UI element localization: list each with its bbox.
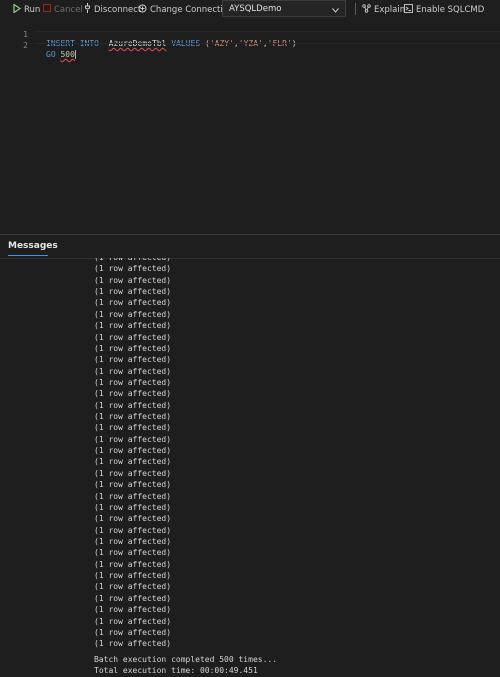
editor-line: 1 INSERT INTO AzureDemoTbl VALUES ('AZY'…: [0, 21, 296, 48]
message-row: (1 row affected): [94, 605, 172, 615]
message-row: (1 row affected): [94, 423, 172, 433]
editor-line-current: 2 GO 500: [0, 31, 500, 59]
message-row: (1 row affected): [94, 446, 172, 456]
message-row: (1 row affected): [94, 366, 172, 376]
message-row: (1 row affected): [94, 400, 172, 410]
toolbar-separator: [355, 3, 356, 15]
message-row: (1 row affected): [94, 593, 172, 603]
line-number: 2: [23, 41, 28, 50]
message-row: (1 row affected): [94, 582, 172, 592]
message-list: (1 row affected) (1 row affected) (1 row a…: [94, 258, 171, 650]
disconnect-button[interactable]: Disconnect: [84, 3, 141, 16]
database-select[interactable]: AYSQLDemo: [222, 0, 346, 17]
connection-icon: [138, 4, 147, 16]
message-row: (1 row affected): [94, 548, 172, 558]
message-row: (1 row affected): [94, 457, 172, 467]
message-row: (1 row affected): [94, 298, 172, 308]
query-toolbar: Run Cancel Disconnect Change Connection …: [0, 0, 500, 19]
run-label: Run: [24, 4, 41, 15]
message-row: (1 row affected): [94, 514, 172, 524]
number-literal: 500: [60, 50, 75, 59]
message-row: (1 row affected): [94, 412, 172, 422]
message-row: (1 row affected): [94, 332, 172, 342]
message-row: (1 row affected): [94, 639, 172, 649]
enable-sqlcmd-label: Enable SQLCMD: [416, 4, 485, 15]
play-icon: [13, 2, 22, 16]
message-row: (1 row affected): [94, 571, 172, 581]
change-connection-label: Change Connection: [150, 4, 234, 15]
message-row: (1 row affected): [94, 287, 172, 297]
disconnect-label: Disconnect: [94, 4, 142, 15]
message-row: (1 row affected): [94, 525, 172, 535]
explain-icon: [362, 3, 371, 16]
line-code: GO 500: [46, 50, 76, 59]
messages-panel[interactable]: (1 row affected) (1 row affected) (1 row a…: [0, 258, 500, 677]
message-row: (1 row affected): [94, 321, 172, 331]
change-connection-button[interactable]: Change Connection: [138, 3, 233, 16]
message-row: (1 row affected): [94, 616, 172, 626]
disconnect-icon: [84, 3, 91, 16]
execution-time-message: Total execution time: 00:00:49.451: [94, 666, 258, 675]
database-selected-value: AYSQLDemo: [229, 3, 282, 14]
message-row: (1 row affected): [94, 355, 172, 365]
query-editor[interactable]: 1 INSERT INTO AzureDemoTbl VALUES ('AZY'…: [0, 19, 500, 234]
message-row: (1 row affected): [94, 502, 172, 512]
chevron-down-icon: [332, 6, 339, 16]
message-row: (1 row affected): [94, 559, 172, 569]
message-row: (1 row affected): [94, 627, 172, 637]
batch-message: Batch execution completed 500 times...: [94, 655, 278, 664]
enable-sqlcmd-button[interactable]: Enable SQLCMD: [404, 3, 484, 16]
cancel-button[interactable]: Cancel: [43, 3, 83, 16]
active-tab-indicator: [8, 255, 48, 256]
message-row: (1 row affected): [94, 264, 172, 274]
message-row: (1 row affected): [94, 309, 172, 319]
message-row: (1 row affected): [94, 389, 172, 399]
text-cursor: [74, 50, 76, 59]
message-row: (1 row affected): [94, 536, 172, 546]
explain-button[interactable]: Explain: [362, 3, 405, 16]
tab-messages[interactable]: Messages: [8, 241, 58, 251]
keyword: GO: [46, 50, 56, 59]
cancel-label: Cancel: [54, 4, 83, 15]
message-row: (1 row affected): [94, 275, 172, 285]
message-row: (1 row affected): [94, 468, 172, 478]
run-button[interactable]: Run: [13, 2, 41, 16]
message-row: (1 row affected): [94, 343, 172, 353]
message-row: (1 row affected): [94, 434, 172, 444]
message-row: (1 row affected): [94, 480, 172, 490]
sqlcmd-icon: [404, 3, 413, 16]
message-row: (1 row affected): [94, 491, 172, 501]
message-row: (1 row affected): [94, 377, 172, 387]
stop-icon: [43, 4, 51, 15]
explain-label: Explain: [374, 4, 406, 15]
